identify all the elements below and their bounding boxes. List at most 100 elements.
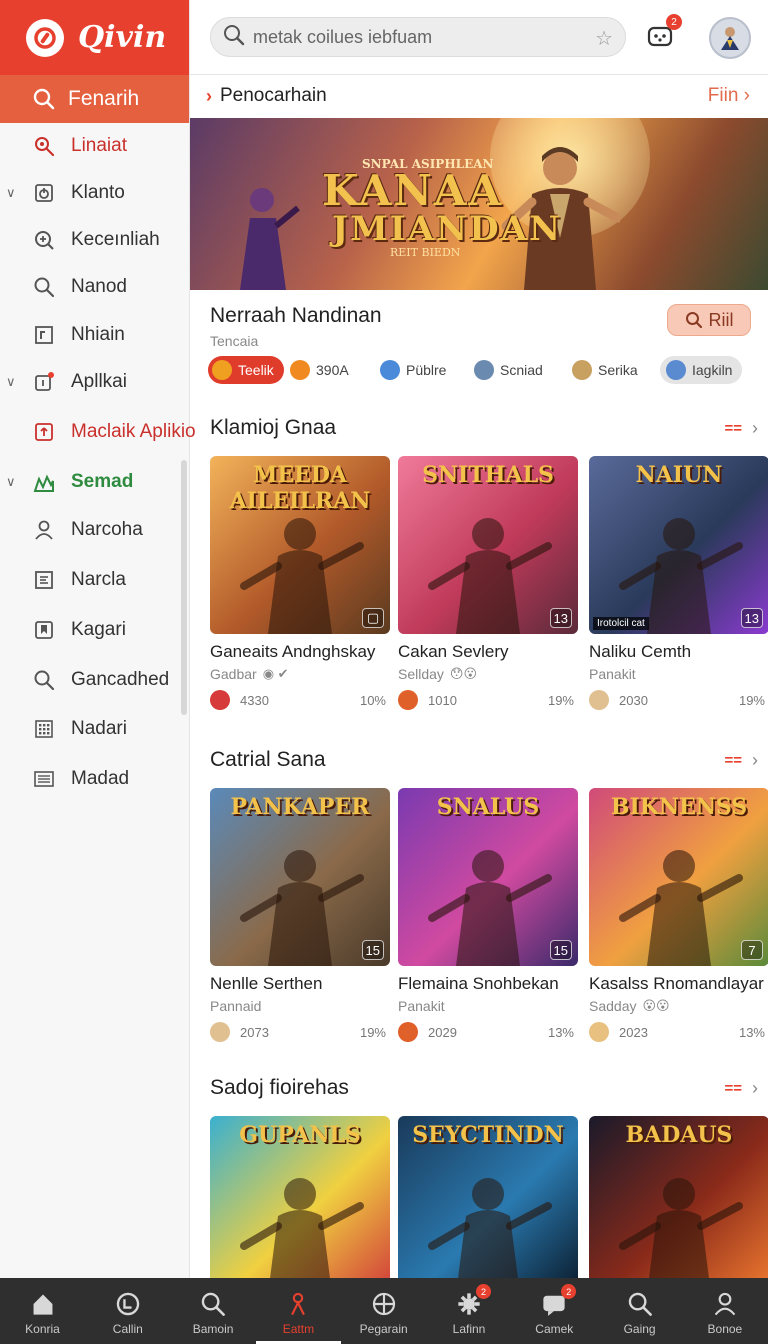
breadcrumb-label: Penocarhain xyxy=(220,85,327,106)
nav-label: Lafinn xyxy=(452,1322,486,1336)
game-name[interactable]: Cakan Sevlery xyxy=(398,642,578,662)
featured-action-button[interactable]: Riil xyxy=(667,304,751,336)
game-thumbnail[interactable]: BIKNENSS 7 xyxy=(589,788,768,966)
game-logo-text: SEYCTINDN xyxy=(412,1122,564,1148)
sidebar-item-2[interactable]: ∨ Klanto xyxy=(0,173,190,213)
nav-label: Konria xyxy=(25,1322,60,1336)
search-input[interactable] xyxy=(253,26,583,48)
tag-chip[interactable]: Serika xyxy=(572,356,638,384)
chip-icon xyxy=(212,360,232,380)
chevron-right-icon: › xyxy=(206,85,212,106)
game-name[interactable]: Kasalss Rnomandlayar xyxy=(589,974,768,994)
sidebar-item-14[interactable]: Madad xyxy=(0,759,190,799)
game-logo-text: NAIUN xyxy=(635,462,723,488)
sidebar-item-1[interactable]: Linaiat xyxy=(0,126,190,166)
game-count: 2029 xyxy=(428,1025,457,1040)
chevron-down-icon[interactable]: ∨ xyxy=(6,474,20,490)
game-publisher: Sadday xyxy=(589,998,637,1014)
game-card[interactable]: SNITHALS 13 Cakan Sevlery Sellday 😯😮 1010… xyxy=(398,456,578,712)
tag-chip[interactable]: Iagkiln xyxy=(660,356,743,384)
game-count: 4330 xyxy=(240,693,269,708)
sidebar-scrollbar[interactable] xyxy=(181,460,187,715)
featured-title: Nerraah Nandinan xyxy=(210,304,382,327)
sidebar-item-5[interactable]: Nhiain xyxy=(0,315,190,355)
breadcrumb-link[interactable]: Fiin › xyxy=(708,85,750,107)
game-card[interactable]: PANKAPER 15 Nenlle Serthen Pannaid 2073 … xyxy=(210,788,390,1044)
search-bar[interactable]: ☆ xyxy=(210,17,626,57)
app-name: Qivin xyxy=(78,20,167,55)
section-more-button[interactable]: == › xyxy=(724,750,758,771)
tag-chip[interactable]: Scniad xyxy=(474,356,543,384)
game-card[interactable]: BADAUS xyxy=(589,1116,768,1278)
list-box-icon xyxy=(32,568,56,592)
sidebar-item-6[interactable]: ∨ Apllkai xyxy=(0,362,190,402)
tag-chip[interactable]: Teelik xyxy=(208,356,284,384)
nav-item-7[interactable]: 2 Camek xyxy=(512,1278,597,1344)
sidebar-item-10[interactable]: Narcla xyxy=(0,560,190,600)
game-name[interactable]: Flemaina Snohbekan xyxy=(398,974,578,994)
sidebar-item-11[interactable]: Kagari xyxy=(0,610,190,650)
section-more-button[interactable]: == › xyxy=(724,1078,758,1099)
search-icon xyxy=(32,668,56,692)
game-thumbnail[interactable]: SNITHALS 13 xyxy=(398,456,578,634)
game-card[interactable]: BIKNENSS 7 Kasalss Rnomandlayar Sadday 😮😮… xyxy=(589,788,768,1044)
notification-badge: 2 xyxy=(666,14,682,30)
game-corner-badge: 7 xyxy=(741,940,763,960)
game-thumbnail[interactable]: PANKAPER 15 xyxy=(210,788,390,966)
tag-chip[interactable]: 390A xyxy=(290,356,349,384)
game-card[interactable]: GUPANLS xyxy=(210,1116,390,1278)
game-card[interactable]: NAIUN 13 Irotolcil cat Naliku Cemth Pana… xyxy=(589,456,768,712)
nav-item-8[interactable]: Gaing xyxy=(597,1278,682,1344)
nav-item-6[interactable]: 2 Lafinn xyxy=(427,1278,512,1344)
logo-bar[interactable]: Qivin xyxy=(0,0,189,75)
nav-item-9[interactable]: Bonoe xyxy=(682,1278,767,1344)
game-percent: 19% xyxy=(738,693,765,708)
user-icon xyxy=(32,518,56,542)
avatar[interactable] xyxy=(709,17,751,59)
game-thumbnail[interactable]: BADAUS xyxy=(589,1116,768,1278)
sidebar-item-label: Semad xyxy=(71,471,134,492)
game-thumbnail[interactable]: MEEDA AILEILRAN ▢ xyxy=(210,456,390,634)
star-icon[interactable]: ☆ xyxy=(595,26,613,51)
game-publisher: Panakit xyxy=(589,666,636,682)
nav-item-1[interactable]: Konria xyxy=(0,1278,85,1344)
nav-item-2[interactable]: Callin xyxy=(85,1278,170,1344)
game-percent: 19% xyxy=(547,693,574,708)
hero-banner[interactable]: SNPAL ASIPHLEAN KANAA JMIANDAN REIT BIED… xyxy=(190,118,768,290)
nav-label: Callin xyxy=(112,1322,143,1336)
section-more-button[interactable]: == › xyxy=(724,418,758,439)
chevron-down-icon[interactable]: ∨ xyxy=(6,185,20,201)
search-icon xyxy=(32,275,56,299)
nav-item-3[interactable]: Bamoin xyxy=(171,1278,256,1344)
sidebar-item-8[interactable]: ∨ Semad xyxy=(0,462,190,502)
tag-chips: Teelik 390A Püblre Scniad Serika Iagkiln xyxy=(208,356,768,384)
tag-chip[interactable]: Püblre xyxy=(380,356,446,384)
rating-face-icon xyxy=(210,1022,230,1042)
nav-item-4[interactable]: Eattm xyxy=(255,1278,341,1344)
game-thumbnail[interactable]: NAIUN 13 Irotolcil cat xyxy=(589,456,768,634)
sidebar-item-12[interactable]: Gancadhed xyxy=(0,660,190,700)
game-logo-text: BIKNENSS xyxy=(610,794,748,820)
game-name[interactable]: Naliku Cemth xyxy=(589,642,768,662)
nav-item-5[interactable]: Pegarain xyxy=(341,1278,426,1344)
game-card[interactable]: SEYCTINDN xyxy=(398,1116,578,1278)
sidebar-item-label: Narcoha xyxy=(71,519,143,540)
game-name[interactable]: Nenlle Serthen xyxy=(210,974,390,994)
sidebar-item-9[interactable]: Narcoha xyxy=(0,510,190,550)
notification-button[interactable]: 2 xyxy=(640,14,682,58)
sidebar-item-7[interactable]: Maclaik Aplikio xyxy=(0,412,196,452)
search-icon xyxy=(685,311,703,329)
sidebar-search[interactable]: Fenarih xyxy=(0,75,189,123)
game-thumbnail[interactable]: SEYCTINDN xyxy=(398,1116,578,1278)
chip-icon xyxy=(572,360,592,380)
sidebar-item-4[interactable]: Nanod xyxy=(0,267,190,307)
game-card[interactable]: MEEDA AILEILRAN ▢ Ganeaits Andnghskay Ga… xyxy=(210,456,390,712)
sidebar-item-3[interactable]: Keceınliah xyxy=(0,220,190,260)
game-thumbnail[interactable]: GUPANLS xyxy=(210,1116,390,1278)
game-card[interactable]: SNALUS 15 Flemaina Snohbekan Panakit 202… xyxy=(398,788,578,1044)
sidebar-item-13[interactable]: Nadari xyxy=(0,709,190,749)
chevron-down-icon[interactable]: ∨ xyxy=(6,374,20,390)
game-thumbnail[interactable]: SNALUS 15 xyxy=(398,788,578,966)
game-name[interactable]: Ganeaits Andnghskay xyxy=(210,642,390,662)
game-count: 1010 xyxy=(428,693,457,708)
